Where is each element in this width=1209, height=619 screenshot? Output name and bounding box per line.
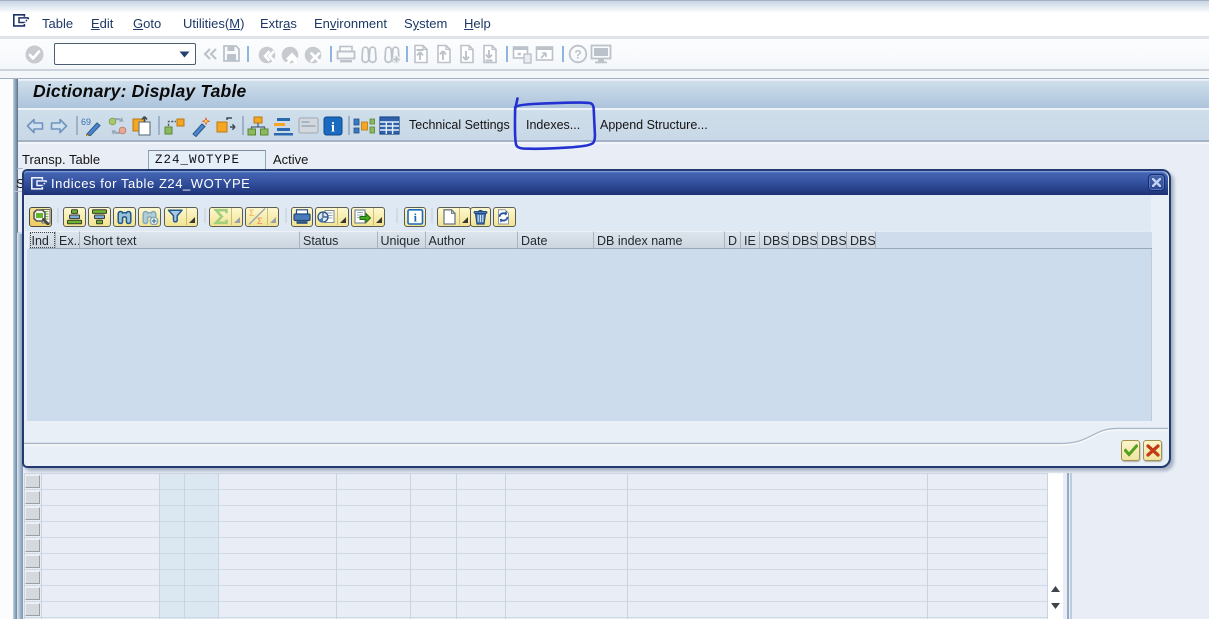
svg-text:Σ: Σ (257, 216, 263, 225)
svg-text:?: ? (574, 48, 581, 62)
svg-text:Σ: Σ (249, 208, 255, 218)
svg-text:9: 9 (86, 117, 91, 127)
svg-text:i: i (331, 121, 335, 136)
